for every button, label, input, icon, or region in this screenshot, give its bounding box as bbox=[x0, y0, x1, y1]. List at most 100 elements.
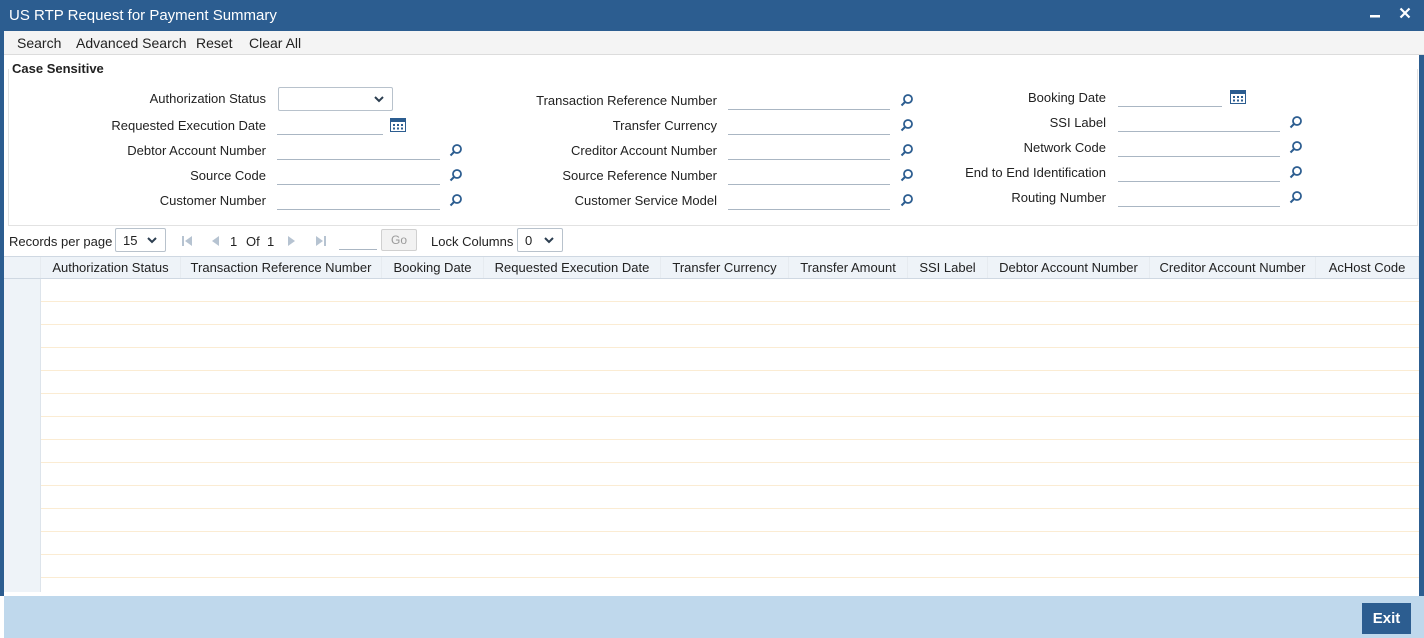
routing-number-label: Routing Number bbox=[1011, 190, 1106, 205]
pagination-bar: Records per page 15 1 Of 1 Go Lock Colum… bbox=[0, 228, 1424, 254]
table-row[interactable] bbox=[41, 348, 1419, 371]
column-header[interactable]: Requested Execution Date bbox=[484, 257, 661, 278]
table-row[interactable] bbox=[41, 463, 1419, 486]
search-icon[interactable] bbox=[900, 118, 914, 132]
search-icon[interactable] bbox=[900, 143, 914, 157]
table-row[interactable] bbox=[41, 509, 1419, 532]
column-header[interactable]: Transaction Reference Number bbox=[181, 257, 382, 278]
authorization-status-select[interactable] bbox=[278, 87, 393, 111]
source-reference-number-input[interactable] bbox=[728, 163, 890, 185]
search-icon[interactable] bbox=[449, 168, 463, 182]
transfer-currency-label: Transfer Currency bbox=[612, 118, 717, 133]
column-header[interactable]: Transfer Amount bbox=[789, 257, 908, 278]
table-row[interactable] bbox=[41, 325, 1419, 348]
minimize-icon bbox=[1370, 15, 1380, 18]
toolbar: Search Advanced Search Reset Clear All bbox=[0, 31, 1424, 55]
column-header[interactable]: Authorization Status bbox=[41, 257, 181, 278]
search-icon[interactable] bbox=[449, 143, 463, 157]
customer-number-input[interactable] bbox=[277, 188, 440, 210]
records-per-page-select[interactable]: 15 bbox=[115, 228, 166, 252]
column-header[interactable]: Booking Date bbox=[382, 257, 484, 278]
requested-execution-date-input[interactable] bbox=[277, 113, 383, 135]
of-label: Of bbox=[246, 234, 260, 249]
search-button[interactable]: Search bbox=[17, 35, 61, 51]
title-bar: US RTP Request for Payment Summary bbox=[0, 0, 1424, 31]
search-icon[interactable] bbox=[900, 193, 914, 207]
chevron-down-icon bbox=[147, 237, 157, 244]
table-row[interactable] bbox=[41, 555, 1419, 578]
advanced-search-button[interactable]: Advanced Search bbox=[76, 35, 187, 51]
current-page: 1 bbox=[230, 234, 238, 249]
calendar-icon[interactable] bbox=[390, 117, 406, 132]
network-code-input[interactable] bbox=[1118, 135, 1280, 157]
transaction-reference-number-input[interactable] bbox=[728, 88, 890, 110]
case-sensitive-legend: Case Sensitive bbox=[12, 61, 108, 76]
lock-columns-label: Lock Columns bbox=[431, 234, 514, 249]
transaction-reference-number-label: Transaction Reference Number bbox=[536, 93, 717, 108]
goto-page-input[interactable] bbox=[339, 229, 377, 250]
source-code-input[interactable] bbox=[277, 163, 440, 185]
table-row[interactable] bbox=[41, 440, 1419, 463]
footer-bar bbox=[4, 596, 1424, 638]
chevron-down-icon bbox=[544, 237, 554, 244]
column-header[interactable]: Transfer Currency bbox=[661, 257, 789, 278]
column-header[interactable]: SSI Label bbox=[908, 257, 988, 278]
close-button[interactable] bbox=[1394, 4, 1416, 26]
table-row[interactable] bbox=[41, 371, 1419, 394]
table-row[interactable] bbox=[41, 302, 1419, 325]
last-page-icon[interactable] bbox=[315, 235, 327, 247]
grid-header: Authorization Status Transaction Referen… bbox=[4, 256, 1419, 279]
close-icon bbox=[1399, 7, 1411, 19]
routing-number-input[interactable] bbox=[1118, 185, 1280, 207]
search-icon[interactable] bbox=[449, 193, 463, 207]
minimize-button[interactable] bbox=[1364, 4, 1386, 26]
transfer-currency-input[interactable] bbox=[728, 113, 890, 135]
source-code-label: Source Code bbox=[190, 168, 266, 183]
authorization-status-label: Authorization Status bbox=[149, 91, 266, 106]
debtor-account-number-label: Debtor Account Number bbox=[127, 143, 266, 158]
column-header[interactable]: Debtor Account Number bbox=[988, 257, 1150, 278]
ssi-label-label: SSI Label bbox=[1049, 115, 1106, 130]
creditor-account-number-input[interactable] bbox=[728, 138, 890, 160]
select-all-header[interactable] bbox=[4, 257, 41, 278]
exit-button[interactable]: Exit bbox=[1362, 603, 1411, 634]
end-to-end-identification-label: End to End Identification bbox=[965, 165, 1106, 180]
chevron-down-icon bbox=[374, 96, 384, 103]
search-icon[interactable] bbox=[1289, 140, 1303, 154]
network-code-label: Network Code bbox=[1023, 140, 1106, 155]
table-row[interactable] bbox=[41, 394, 1419, 417]
requested-execution-date-label: Requested Execution Date bbox=[111, 118, 266, 133]
customer-service-model-input[interactable] bbox=[728, 188, 890, 210]
lock-columns-select[interactable]: 0 bbox=[517, 228, 563, 252]
reset-button[interactable]: Reset bbox=[196, 35, 233, 51]
ssi-label-input[interactable] bbox=[1118, 110, 1280, 132]
clear-all-button[interactable]: Clear All bbox=[249, 35, 301, 51]
search-icon[interactable] bbox=[900, 93, 914, 107]
window-border-right bbox=[1419, 55, 1424, 596]
table-row[interactable] bbox=[41, 486, 1419, 509]
first-page-icon[interactable] bbox=[181, 235, 193, 247]
table-row[interactable] bbox=[41, 417, 1419, 440]
previous-page-icon[interactable] bbox=[210, 235, 220, 247]
records-per-page-label: Records per page bbox=[9, 234, 113, 249]
source-reference-number-label: Source Reference Number bbox=[562, 168, 717, 183]
go-button[interactable]: Go bbox=[381, 229, 417, 251]
total-pages: 1 bbox=[267, 234, 275, 249]
booking-date-input[interactable] bbox=[1118, 85, 1222, 107]
search-icon[interactable] bbox=[900, 168, 914, 182]
search-icon[interactable] bbox=[1289, 190, 1303, 204]
window-title: US RTP Request for Payment Summary bbox=[9, 7, 277, 24]
search-icon[interactable] bbox=[1289, 165, 1303, 179]
next-page-icon[interactable] bbox=[287, 235, 297, 247]
debtor-account-number-input[interactable] bbox=[277, 138, 440, 160]
end-to-end-identification-input[interactable] bbox=[1118, 160, 1280, 182]
column-header[interactable]: AcHost Code bbox=[1316, 257, 1419, 278]
row-selector-column bbox=[4, 256, 41, 592]
search-icon[interactable] bbox=[1289, 115, 1303, 129]
table-row[interactable] bbox=[41, 279, 1419, 302]
column-header[interactable]: Creditor Account Number bbox=[1150, 257, 1316, 278]
customer-service-model-label: Customer Service Model bbox=[574, 193, 717, 208]
calendar-icon[interactable] bbox=[1230, 89, 1246, 104]
table-row[interactable] bbox=[41, 532, 1419, 555]
booking-date-label: Booking Date bbox=[1027, 90, 1106, 105]
